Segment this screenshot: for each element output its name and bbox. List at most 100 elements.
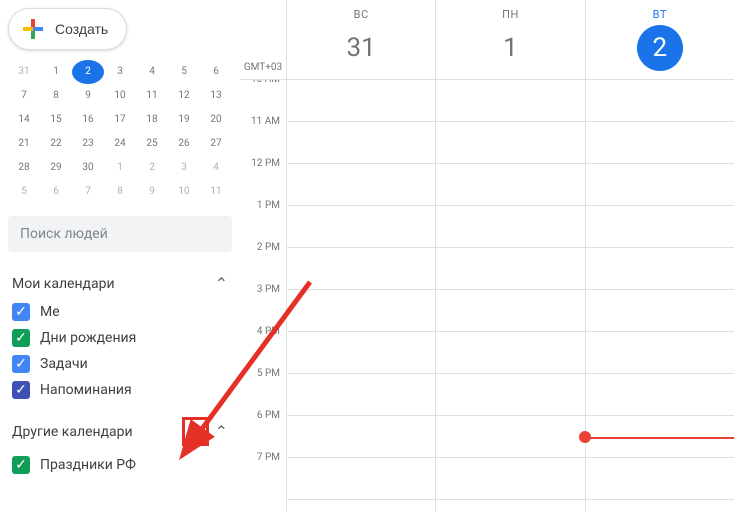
mini-day[interactable]: 2 <box>136 156 168 180</box>
day-of-week: ВТ <box>586 8 734 21</box>
mini-day[interactable]: 21 <box>8 132 40 156</box>
search-people-input[interactable]: Поиск людей <box>8 216 232 252</box>
hour-slot[interactable] <box>586 332 734 374</box>
hour-slot[interactable] <box>287 374 435 416</box>
mini-day[interactable]: 4 <box>200 156 232 180</box>
mini-day[interactable]: 27 <box>200 132 232 156</box>
hour-slot[interactable] <box>287 416 435 458</box>
hour-slot[interactable] <box>586 374 734 416</box>
mini-day[interactable]: 11 <box>200 180 232 204</box>
mini-day[interactable]: 23 <box>72 132 104 156</box>
hour-slot[interactable] <box>287 122 435 164</box>
mini-day[interactable]: 9 <box>136 180 168 204</box>
mini-day[interactable]: 12 <box>168 84 200 108</box>
mini-calendar[interactable]: 3112345678910111213141516171819202122232… <box>8 60 232 204</box>
hour-slot[interactable] <box>436 290 584 332</box>
mini-day[interactable]: 20 <box>200 108 232 132</box>
mini-day[interactable]: 15 <box>40 108 72 132</box>
hour-slot[interactable] <box>436 332 584 374</box>
hour-slot[interactable] <box>436 206 584 248</box>
my-calendars-title: Мои календари <box>12 276 115 292</box>
mini-day[interactable]: 8 <box>104 180 136 204</box>
plus-icon <box>21 17 45 41</box>
mini-day[interactable]: 31 <box>8 60 40 84</box>
day-header[interactable]: ВТ2 <box>585 0 734 79</box>
mini-day[interactable]: 29 <box>40 156 72 180</box>
mini-day[interactable]: 2 <box>72 60 104 84</box>
hour-slot[interactable] <box>436 416 584 458</box>
hour-slot[interactable] <box>586 122 734 164</box>
mini-day[interactable]: 30 <box>72 156 104 180</box>
day-header[interactable]: ВС31 <box>286 0 435 79</box>
hour-label: 10 AM <box>240 80 286 116</box>
calendar-item[interactable]: ✓Дни рождения <box>8 325 232 351</box>
hour-slot[interactable] <box>586 458 734 500</box>
my-calendars-toggle[interactable]: Мои календари ⌃ <box>8 268 232 299</box>
mini-day[interactable]: 17 <box>104 108 136 132</box>
calendar-checkbox[interactable]: ✓ <box>12 303 30 321</box>
mini-day[interactable]: 7 <box>72 180 104 204</box>
mini-day[interactable]: 5 <box>168 60 200 84</box>
hour-slot[interactable] <box>436 122 584 164</box>
hour-slot[interactable] <box>586 290 734 332</box>
add-other-calendar-button[interactable]: + <box>182 417 208 446</box>
mini-day[interactable]: 9 <box>72 84 104 108</box>
mini-day[interactable]: 8 <box>40 84 72 108</box>
mini-day[interactable]: 5 <box>8 180 40 204</box>
create-button[interactable]: Создать <box>8 8 127 50</box>
calendar-item[interactable]: ✓Задачи <box>8 351 232 377</box>
hour-slot[interactable] <box>586 206 734 248</box>
hour-slot[interactable] <box>436 80 584 122</box>
hour-slot[interactable] <box>586 80 734 122</box>
calendar-checkbox[interactable]: ✓ <box>12 355 30 373</box>
hour-slot[interactable] <box>287 290 435 332</box>
day-header[interactable]: ПН1 <box>435 0 584 79</box>
calendar-grid[interactable]: GMT+03 ВС31ПН1ВТ2 10 AM11 AM12 PM1 PM2 P… <box>240 0 734 511</box>
chevron-up-icon: ⌃ <box>215 422 228 441</box>
calendar-item[interactable]: ✓Напоминания <box>8 377 232 403</box>
hour-slot[interactable] <box>287 248 435 290</box>
mini-day[interactable]: 1 <box>104 156 136 180</box>
hour-slot[interactable] <box>436 458 584 500</box>
mini-day[interactable]: 25 <box>136 132 168 156</box>
other-calendars-toggle[interactable]: Другие календари + ⌃ <box>8 411 232 452</box>
day-column[interactable] <box>585 80 734 511</box>
hour-slot[interactable] <box>287 164 435 206</box>
hour-slot[interactable] <box>436 164 584 206</box>
mini-day[interactable]: 14 <box>8 108 40 132</box>
mini-day[interactable]: 26 <box>168 132 200 156</box>
hour-slot[interactable] <box>287 80 435 122</box>
mini-day[interactable]: 19 <box>168 108 200 132</box>
day-number: 1 <box>487 25 533 71</box>
mini-day[interactable]: 16 <box>72 108 104 132</box>
hour-slot[interactable] <box>287 206 435 248</box>
mini-day[interactable]: 10 <box>168 180 200 204</box>
hour-slot[interactable] <box>436 374 584 416</box>
calendar-checkbox[interactable]: ✓ <box>12 456 30 474</box>
mini-day[interactable]: 24 <box>104 132 136 156</box>
calendar-checkbox[interactable]: ✓ <box>12 329 30 347</box>
hour-slot[interactable] <box>287 332 435 374</box>
hour-slot[interactable] <box>436 248 584 290</box>
day-column[interactable] <box>435 80 584 511</box>
mini-day[interactable]: 22 <box>40 132 72 156</box>
mini-day[interactable]: 4 <box>136 60 168 84</box>
hour-slot[interactable] <box>586 248 734 290</box>
mini-day[interactable]: 18 <box>136 108 168 132</box>
mini-day[interactable]: 6 <box>40 180 72 204</box>
calendar-checkbox[interactable]: ✓ <box>12 381 30 399</box>
mini-day[interactable]: 6 <box>200 60 232 84</box>
day-column[interactable] <box>286 80 435 511</box>
calendar-item[interactable]: ✓Me <box>8 299 232 325</box>
mini-day[interactable]: 1 <box>40 60 72 84</box>
hour-slot[interactable] <box>287 458 435 500</box>
mini-day[interactable]: 3 <box>104 60 136 84</box>
mini-day[interactable]: 3 <box>168 156 200 180</box>
mini-day[interactable]: 7 <box>8 84 40 108</box>
calendar-item[interactable]: ✓Праздники РФ <box>8 452 232 478</box>
mini-day[interactable]: 13 <box>200 84 232 108</box>
hour-slot[interactable] <box>586 164 734 206</box>
mini-day[interactable]: 10 <box>104 84 136 108</box>
mini-day[interactable]: 11 <box>136 84 168 108</box>
mini-day[interactable]: 28 <box>8 156 40 180</box>
